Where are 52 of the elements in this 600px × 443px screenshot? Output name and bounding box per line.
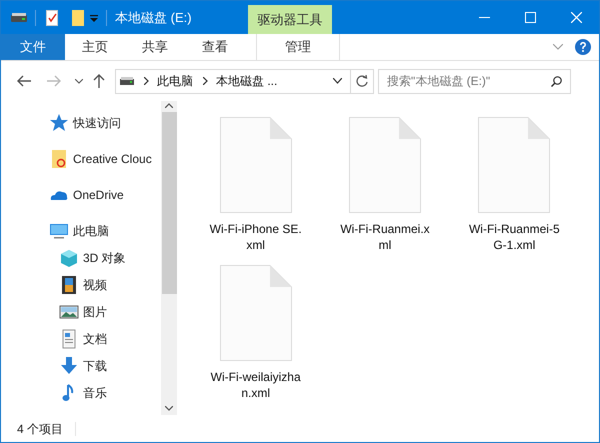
minimize-icon — [478, 17, 490, 18]
folder-icon[interactable] — [72, 10, 84, 26]
scroll-up-icon[interactable] — [165, 103, 173, 108]
drive-icon — [120, 77, 134, 85]
file-name[interactable]: Wi-Fi-iPhone SE.xml — [208, 221, 304, 253]
sidebar-item[interactable]: 下载 — [59, 356, 161, 376]
checklist-icon[interactable] — [46, 10, 58, 26]
chevron-right-icon[interactable] — [203, 77, 208, 85]
help-icon[interactable] — [575, 39, 591, 55]
sidebar-item[interactable]: 文档 — [59, 329, 161, 349]
file-name[interactable]: Wi-Fi-Ruanmei.xml — [336, 221, 433, 253]
breadcrumb[interactable]: 本地磁盘 ... — [216, 72, 278, 90]
breadcrumb[interactable]: 此电脑 — [157, 72, 193, 90]
cube-icon — [59, 248, 79, 268]
up-arrow-icon[interactable] — [93, 74, 105, 88]
item-count: 4 个项目 — [17, 420, 64, 438]
ribbon-tab[interactable]: 查看 — [185, 34, 245, 60]
ribbon-tab[interactable]: 主页 — [65, 34, 125, 60]
sidebar-item[interactable]: Creative Clouc — [49, 149, 161, 169]
context-tab-group: 驱动器工具 — [248, 5, 332, 34]
maximize-icon — [524, 12, 536, 23]
search-field[interactable]: 搜索"本地磁盘 (E:)" — [378, 68, 571, 94]
folder-icon — [49, 149, 69, 169]
chevron-down-icon[interactable] — [75, 78, 83, 84]
search-icon — [551, 76, 562, 86]
sidebar-item[interactable]: 3D 对象 — [59, 248, 161, 268]
back-arrow-icon[interactable] — [17, 75, 31, 87]
close-icon — [570, 12, 582, 23]
sidebar-item[interactable]: 视频 — [59, 275, 161, 295]
scroll-down-icon[interactable] — [165, 406, 173, 411]
dropdown-icon[interactable] — [90, 14, 98, 22]
sidebar-item[interactable]: 快速访问 — [49, 113, 161, 133]
chevron-down-icon[interactable] — [333, 78, 342, 84]
ribbon-tab[interactable]: 共享 — [125, 34, 185, 60]
film-icon — [59, 275, 79, 295]
sidebar-item[interactable]: OneDrive — [49, 185, 161, 205]
file-menu-tab[interactable]: 文件 — [1, 34, 65, 60]
address-bar[interactable]: 此电脑 本地磁盘 ... — [115, 68, 374, 94]
file-name[interactable]: Wi-Fi-Ruanmei-5G-1.xml — [466, 221, 562, 253]
window-title: 本地磁盘 (E:) — [115, 8, 192, 27]
file-name[interactable]: Wi-Fi-weilaiyizhan.xml — [208, 369, 304, 401]
sidebar-item[interactable]: 此电脑 — [49, 221, 161, 241]
sidebar-item[interactable]: 图片 — [59, 302, 161, 322]
scrollbar-thumb[interactable] — [162, 112, 176, 294]
refresh-icon[interactable] — [356, 75, 368, 87]
drive-icon[interactable] — [11, 12, 27, 22]
scrollbar[interactable] — [161, 101, 177, 415]
sidebar-item[interactable]: 音乐 — [59, 383, 161, 403]
chevron-right-icon[interactable] — [144, 77, 149, 85]
star-icon — [49, 113, 69, 133]
down-arrow-icon — [59, 356, 79, 376]
monitor-icon — [49, 221, 69, 241]
